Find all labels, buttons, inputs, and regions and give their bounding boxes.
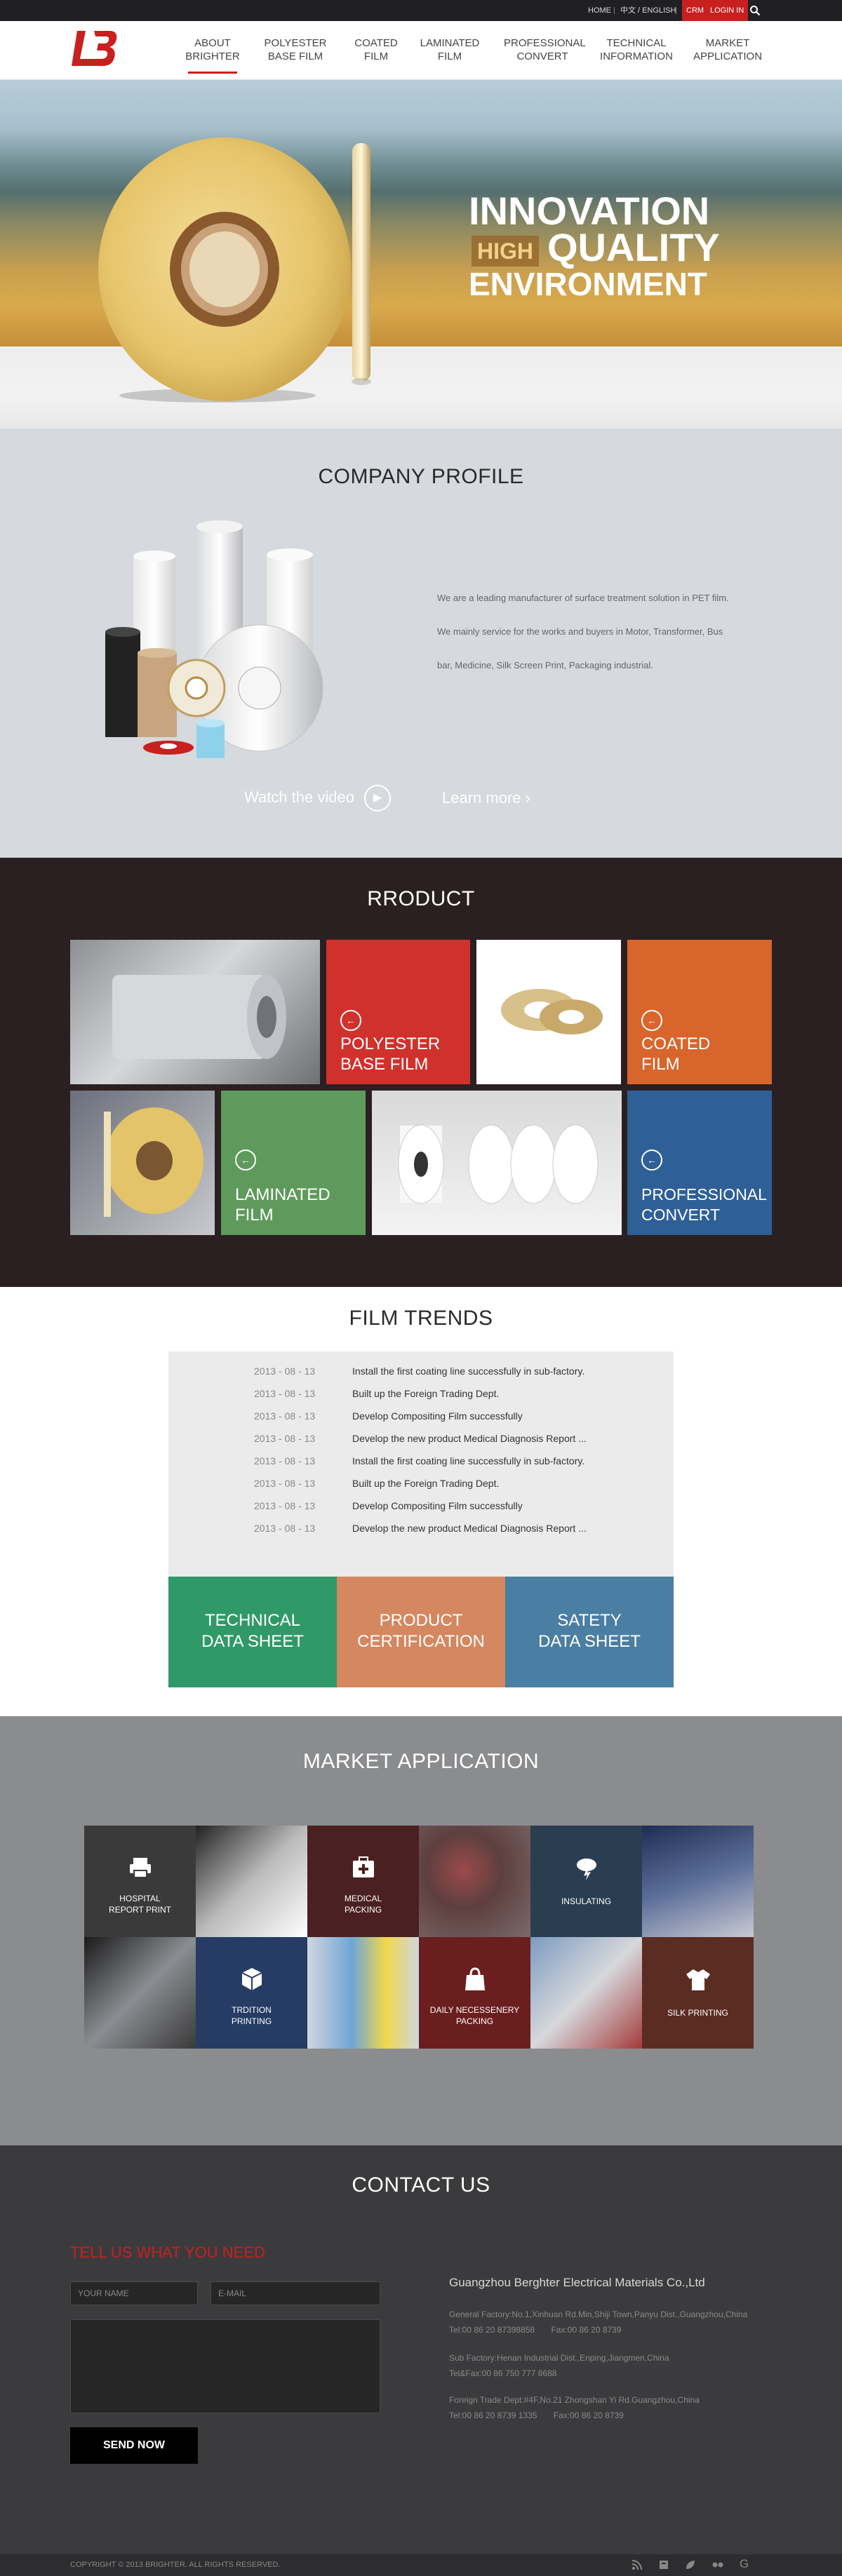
company-profile-section: COMPANY PROFILE We are a leading manufac… <box>0 429 842 858</box>
nav-polyester-base-film[interactable]: POLYESTER BASE FILM <box>257 36 334 63</box>
bag-icon <box>465 1967 485 1990</box>
nav-about-brighter[interactable]: ABOUT BRIGHTER <box>174 36 251 74</box>
list-item[interactable]: 2013 - 08 - 13 Develop the new product Me… <box>168 1517 674 1539</box>
crm-link[interactable]: CRM <box>682 0 709 21</box>
trends-list: 2013 - 08 - 13 Install the first coating … <box>168 1351 674 1577</box>
hero-banner: INNOVATION HIGH QUALITY ENVIRONMENT <box>0 80 842 429</box>
list-item[interactable]: 2013 - 08 - 13 Develop the new product Me… <box>168 1427 674 1450</box>
home-link[interactable]: HOME <box>588 0 611 21</box>
market-title: MARKET APPLICATION <box>302 1750 540 1773</box>
profile-text: We are a leading manufacturer of surface… <box>437 593 729 670</box>
list-item[interactable]: 2013 - 08 - 13 Built up the Foreign Tradi… <box>168 1472 674 1495</box>
safety-data-sheet-button[interactable]: SATETY DATA SHEET <box>505 1577 674 1687</box>
email-input[interactable]: E-MAIL <box>210 2281 380 2305</box>
brand-logo[interactable] <box>70 27 119 70</box>
medical-kit-icon <box>353 1856 374 1877</box>
list-item[interactable]: 2013 - 08 - 13 Built up the Foreign Tradi… <box>168 1382 674 1405</box>
login-link[interactable]: LOGIN IN <box>706 0 749 21</box>
box-icon <box>241 1968 262 1990</box>
product-section: RRODUCT ← POLYESTER BASE FILM ← COATED FIL… <box>0 858 842 1287</box>
product-certification-button[interactable]: PRODUCT CERTIFICATION <box>337 1577 505 1687</box>
tile-coated-film[interactable]: ← COATED FILM <box>627 940 772 1084</box>
market-tradition-printing[interactable]: TRDITION PRINTING <box>196 1937 307 2049</box>
market-insulating[interactable]: INSULATING <box>530 1826 642 1937</box>
footer: COPYRIGHT © 2013 BRIGHTER. ALL RIGHTS RE… <box>0 2554 842 2576</box>
nav-laminated-film[interactable]: LAMINATED FILM <box>411 36 488 63</box>
arrow-left-icon: ← <box>235 1149 256 1171</box>
top-bar: HOME | 中文 / ENGLISH | CRM LOGIN IN <box>0 0 842 21</box>
address-general-factory: General Factory:No.1,Xinhuan Rd.Min,Shij… <box>449 2309 748 2335</box>
market-image-printed-tshirts[interactable] <box>530 1937 642 2049</box>
market-silk-printing[interactable]: SILK PRINTING <box>642 1937 754 2049</box>
product-image-tape-rolls[interactable] <box>476 940 621 1084</box>
company-name: Guangzhou Berghter Electrical Materials … <box>449 2276 705 2289</box>
profile-title: COMPANY PROFILE <box>318 465 524 488</box>
nav-professional-convert[interactable]: PROFESSIONAL CONVERT <box>504 36 586 63</box>
product-image-white-rolls[interactable] <box>372 1091 622 1235</box>
arrow-left-icon: ← <box>641 1010 662 1031</box>
trends-title: FILM TRENDS <box>349 1307 493 1330</box>
search-icon[interactable] <box>749 0 765 21</box>
film-roll-image <box>98 137 371 403</box>
hero-high-badge: HIGH <box>472 236 539 267</box>
tile-professional-convert[interactable]: ← PROFESSIONAL CONVERT <box>627 1091 772 1235</box>
chevron-right-icon: › <box>525 789 530 807</box>
market-application-section: MARKET APPLICATION HOSPITAL REPORT PRINT … <box>0 1716 842 2145</box>
tile-polyester-base-film[interactable]: ← POLYESTER BASE FILM <box>326 940 470 1084</box>
product-image-yellow-roll[interactable] <box>70 1091 215 1235</box>
name-input[interactable]: YOUR NAME <box>70 2281 198 2305</box>
market-image-film-rolls[interactable] <box>84 1937 196 2049</box>
address-foreign-trade: Foreign Trade Dept:#4F,No.21 Zhongshan Y… <box>449 2395 700 2420</box>
play-icon: ▶ <box>364 785 392 811</box>
book-icon[interactable] <box>658 2559 671 2572</box>
send-now-button[interactable]: SEND NOW <box>70 2427 198 2464</box>
list-item[interactable]: 2013 - 08 - 13 Install the first coating … <box>168 1360 674 1382</box>
tshirt-icon <box>686 1969 710 1990</box>
header: ABOUT BRIGHTER POLYESTER BASE FILM COATED F… <box>0 21 842 80</box>
technical-data-sheet-button[interactable]: TECHNICAL DATA SHEET <box>168 1577 337 1687</box>
nav-coated-film[interactable]: COATED FILM <box>338 36 415 63</box>
hero-line-environment: ENVIRONMENT <box>469 266 707 302</box>
market-image-red-capsules[interactable] <box>419 1826 530 1937</box>
language-switch[interactable]: 中文 / ENGLISH <box>620 0 676 21</box>
list-item[interactable]: 2013 - 08 - 13 Develop Compositing Film s… <box>168 1405 674 1427</box>
market-daily-necessery-packing[interactable]: DAILY NECESSENERY PACKING <box>419 1937 530 2049</box>
rss-icon[interactable] <box>632 2559 644 2572</box>
arrow-left-icon: ← <box>641 1149 662 1171</box>
market-hospital-report-print[interactable]: HOSPITAL REPORT PRINT <box>84 1826 196 1937</box>
tile-laminated-film[interactable]: ← LAMINATED FILM <box>221 1091 366 1235</box>
contact-title: CONTACT US <box>352 2173 490 2197</box>
nav-technical-information[interactable]: TECHNICAL INFORMATION <box>598 36 675 63</box>
nav-market-application[interactable]: MARKET APPLICATION <box>689 36 766 63</box>
hero-line-quality: QUALITY <box>547 225 720 269</box>
list-item[interactable]: 2013 - 08 - 13 Install the first coating … <box>168 1450 674 1472</box>
learn-more-link[interactable]: Learn more › <box>442 789 530 807</box>
printer-icon <box>130 1858 151 1878</box>
market-image-electrical-tape[interactable] <box>642 1826 754 1937</box>
address-sub-factory: Sub Factory:Henan Industrial Dist.,Enpin… <box>449 2353 669 2378</box>
cloud-bolt-icon <box>577 1859 596 1880</box>
product-image-silver-roll[interactable] <box>70 940 320 1084</box>
market-medical-packing[interactable]: MEDICAL PACKING <box>307 1826 419 1937</box>
product-title: RRODUCT <box>367 887 475 910</box>
watch-video-link[interactable]: Watch the video ▶ <box>244 785 392 811</box>
list-item[interactable]: 2013 - 08 - 13 Develop Compositing Film s… <box>168 1495 674 1517</box>
market-image-film-sheet[interactable] <box>196 1826 307 1937</box>
google-icon[interactable]: G <box>740 2557 749 2571</box>
form-title: TELL US WHAT YOU NEED <box>70 2244 265 2261</box>
product-rolls-image <box>105 520 323 758</box>
message-textarea[interactable] <box>70 2319 380 2413</box>
copyright: COPYRIGHT © 2013 BRIGHTER. ALL RIGHTS RE… <box>70 2561 281 2569</box>
leaf-icon[interactable] <box>685 2559 697 2572</box>
market-image-packaging-bags[interactable] <box>307 1937 419 2049</box>
flickr-icon[interactable] <box>711 2559 724 2572</box>
arrow-left-icon: ← <box>340 1010 361 1031</box>
contact-section: CONTACT US TELL US WHAT YOU NEED YOUR NA… <box>0 2145 842 2554</box>
